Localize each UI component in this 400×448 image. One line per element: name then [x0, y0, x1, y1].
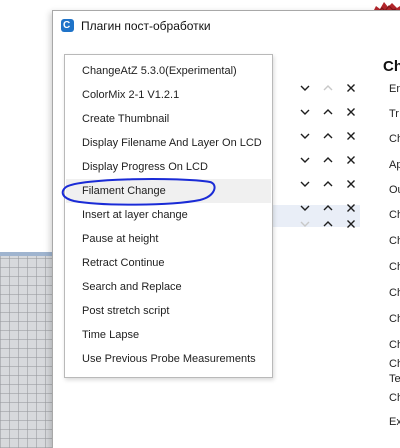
menu-item-create-thumbnail[interactable]: Create Thumbnail [66, 107, 271, 131]
menu-item-display-filename-layer[interactable]: Display Filename And Layer On LCD [66, 131, 271, 155]
setting-label: Ch [389, 358, 400, 370]
setting-label: Ch [389, 287, 400, 299]
menu-item-time-lapse[interactable]: Time Lapse [66, 323, 271, 347]
chevron-up-icon[interactable] [321, 177, 335, 191]
setting-label: Ch [389, 209, 400, 221]
chevron-down-icon[interactable] [298, 153, 312, 167]
add-script-dropdown-menu: ChangeAtZ 5.3.0(Experimental) ColorMix 2… [64, 54, 273, 378]
chevron-up-icon[interactable] [321, 201, 335, 215]
setting-label: Ap [389, 159, 400, 171]
setting-label: Tr [389, 108, 399, 120]
menu-item-display-progress[interactable]: Display Progress On LCD [66, 155, 271, 179]
build-plate [0, 252, 56, 448]
setting-label: En [389, 83, 400, 95]
chevron-up-icon[interactable] [321, 129, 335, 143]
setting-label: Ou [389, 184, 400, 196]
chevron-up-icon[interactable] [321, 217, 335, 231]
setting-label: Ch [389, 133, 400, 145]
close-icon[interactable] [344, 129, 358, 143]
setting-label: Ch [389, 235, 400, 247]
menu-item-use-previous-probe[interactable]: Use Previous Probe Measurements [66, 347, 271, 371]
menu-item-filament-change[interactable]: Filament Change [66, 179, 271, 203]
chevron-down-icon[interactable] [298, 81, 312, 95]
chevron-up-icon[interactable] [321, 105, 335, 119]
close-icon[interactable] [344, 201, 358, 215]
setting-label: Ch [389, 339, 400, 351]
dialog-titlebar[interactable]: C Плагин пост-обработки [53, 11, 400, 41]
cura-app-icon: C [61, 19, 74, 32]
close-icon[interactable] [344, 177, 358, 191]
menu-item-post-stretch-script[interactable]: Post stretch script [66, 299, 271, 323]
chevron-up-icon[interactable] [321, 81, 335, 95]
menu-item-retract-continue[interactable]: Retract Continue [66, 251, 271, 275]
setting-label: Ex [389, 416, 400, 428]
setting-label: Ch [389, 313, 400, 325]
menu-item-colormix[interactable]: ColorMix 2-1 V1.2.1 [66, 83, 271, 107]
settings-heading: Ch [383, 58, 400, 75]
chevron-down-icon[interactable] [298, 201, 312, 215]
build-plate-edge [0, 252, 56, 256]
menu-item-insert-at-layer-change[interactable]: Insert at layer change [66, 203, 271, 227]
setting-label: Ch [389, 261, 400, 273]
close-icon[interactable] [344, 105, 358, 119]
chevron-down-icon[interactable] [298, 129, 312, 143]
chevron-down-icon[interactable] [298, 217, 312, 231]
menu-item-pause-at-height[interactable]: Pause at height [66, 227, 271, 251]
setting-label: Ch [389, 392, 400, 404]
menu-item-search-and-replace[interactable]: Search and Replace [66, 275, 271, 299]
chevron-down-icon[interactable] [298, 177, 312, 191]
close-icon[interactable] [344, 153, 358, 167]
chevron-down-icon[interactable] [298, 105, 312, 119]
close-icon[interactable] [344, 81, 358, 95]
setting-label: Te [389, 373, 400, 385]
dialog-title: Плагин пост-обработки [81, 19, 211, 33]
close-icon[interactable] [344, 217, 358, 231]
menu-item-changeatz[interactable]: ChangeAtZ 5.3.0(Experimental) [66, 59, 271, 83]
chevron-up-icon[interactable] [321, 153, 335, 167]
